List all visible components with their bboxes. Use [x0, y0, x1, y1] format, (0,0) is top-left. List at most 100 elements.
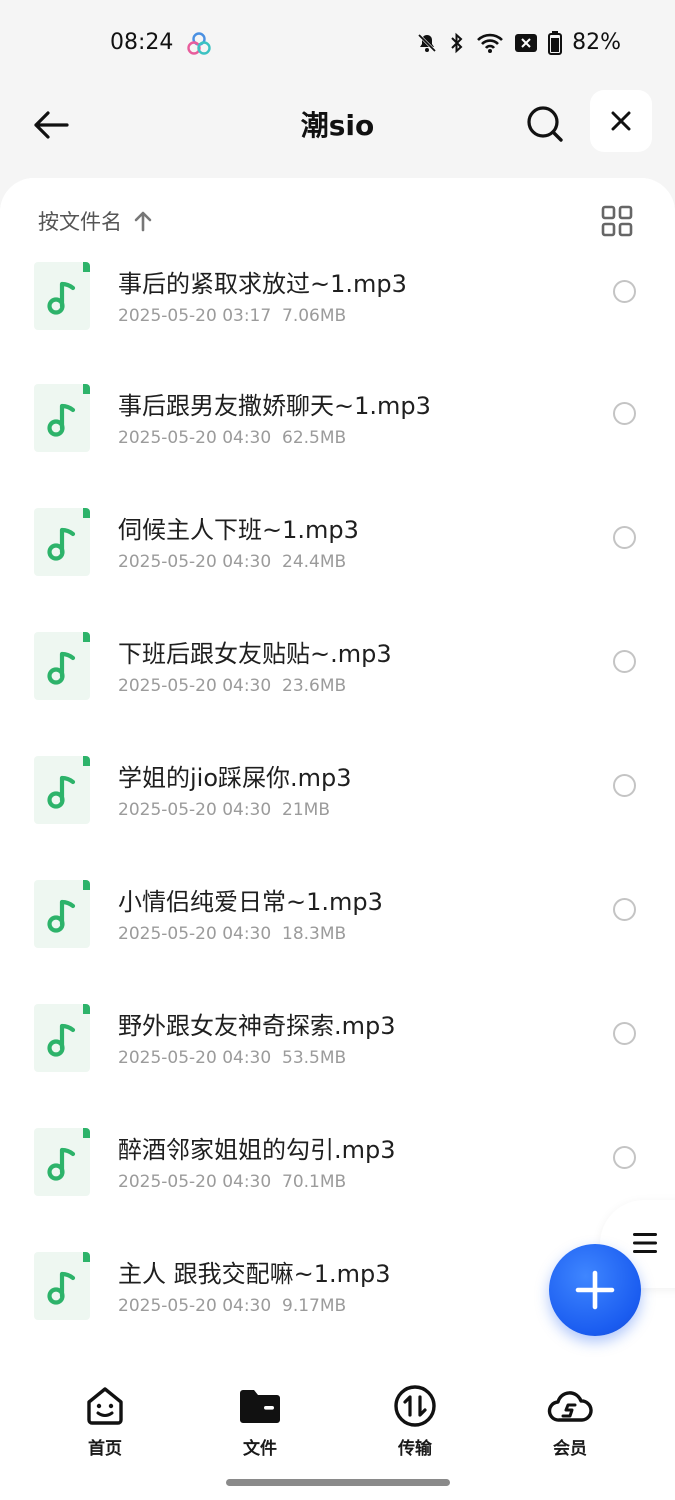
- folder-icon: [240, 1390, 280, 1423]
- bluetooth-icon: [451, 32, 463, 53]
- file-row[interactable]: 伺候主人下班~1.mp3 2025-05-20 04:30 24.4MB: [0, 508, 675, 632]
- file-size: 18.3MB: [282, 924, 347, 944]
- select-radio[interactable]: [613, 280, 636, 303]
- music-file-icon: [34, 880, 90, 948]
- search-button[interactable]: [521, 100, 569, 148]
- file-meta: 2025-05-20 04:30 21MB: [118, 800, 330, 820]
- mute-bell-icon: [418, 33, 437, 52]
- grid-view-icon[interactable]: [600, 204, 634, 238]
- file-meta: 2025-05-20 04:30 18.3MB: [118, 924, 346, 944]
- sim-disabled-icon: [515, 33, 538, 52]
- file-meta: 2025-05-20 04:30 24.4MB: [118, 552, 346, 572]
- file-size: 9.17MB: [282, 1296, 347, 1316]
- file-date: 2025-05-20 04:30: [118, 552, 272, 572]
- select-radio[interactable]: [613, 1146, 636, 1169]
- music-file-icon: [34, 384, 90, 452]
- music-file-icon: [34, 756, 90, 824]
- sort-bar: 按文件名: [0, 178, 675, 260]
- file-name: 主人 跟我交配嘛~1.mp3: [118, 1260, 391, 1288]
- file-name: 学姐的jio踩屎你.mp3: [118, 764, 352, 792]
- status-icons: 82%: [416, 30, 621, 55]
- page-title: 潮sio: [300, 109, 375, 142]
- sort-button[interactable]: 按文件名: [38, 206, 152, 236]
- sort-label: 按文件名: [38, 210, 122, 234]
- file-size: 53.5MB: [282, 1048, 347, 1068]
- music-file-icon: [34, 1128, 90, 1196]
- file-size: 24.4MB: [282, 552, 347, 572]
- status-time: 08:24: [110, 30, 174, 55]
- menu-icon[interactable]: [633, 1232, 657, 1254]
- nav-vip-label: 会员: [553, 1439, 587, 1459]
- back-button[interactable]: [28, 102, 74, 148]
- app-notification-icon: [187, 32, 211, 55]
- file-size: 7.06MB: [282, 306, 347, 326]
- nav-vip[interactable]: 会员: [520, 1384, 620, 1464]
- select-radio[interactable]: [613, 774, 636, 797]
- file-name: 小情侣纯爱日常~1.mp3: [118, 888, 383, 916]
- file-row[interactable]: 事后跟男友撒娇聊天~1.mp3 2025-05-20 04:30 62.5MB: [0, 384, 675, 508]
- file-meta: 2025-05-20 04:30 62.5MB: [118, 428, 346, 448]
- file-date: 2025-05-20 04:30: [118, 1296, 272, 1316]
- battery-percent: 82%: [572, 30, 621, 55]
- file-meta: 2025-05-20 04:30 9.17MB: [118, 1296, 346, 1316]
- close-button[interactable]: [590, 90, 652, 152]
- search-icon: [527, 106, 563, 142]
- nav-files[interactable]: 文件: [210, 1384, 310, 1464]
- file-size: 21MB: [282, 800, 330, 820]
- file-date: 2025-05-20 04:30: [118, 428, 272, 448]
- music-file-icon: [34, 1004, 90, 1072]
- select-radio[interactable]: [613, 1022, 636, 1045]
- top-bar: 潮sio: [0, 88, 675, 178]
- file-date: 2025-05-20 04:30: [118, 1048, 272, 1068]
- file-date: 2025-05-20 04:30: [118, 1172, 272, 1192]
- file-size: 70.1MB: [282, 1172, 347, 1192]
- file-size: 62.5MB: [282, 428, 347, 448]
- music-file-icon: [34, 508, 90, 576]
- file-date: 2025-05-20 04:30: [118, 676, 272, 696]
- select-radio[interactable]: [613, 650, 636, 673]
- file-meta: 2025-05-20 04:30 23.6MB: [118, 676, 346, 696]
- file-date: 2025-05-20 03:17: [118, 306, 272, 326]
- nav-home[interactable]: 首页: [55, 1384, 155, 1464]
- close-icon: [611, 111, 631, 131]
- nav-transfer[interactable]: 传输: [365, 1384, 465, 1464]
- home-indicator: [226, 1479, 450, 1486]
- select-radio[interactable]: [613, 898, 636, 921]
- wifi-icon: [477, 33, 504, 53]
- plus-icon: [575, 1270, 615, 1310]
- battery-icon: [548, 30, 563, 55]
- file-meta: 2025-05-20 04:30 70.1MB: [118, 1172, 346, 1192]
- file-meta: 2025-05-20 04:30 53.5MB: [118, 1048, 346, 1068]
- file-name: 下班后跟女友贴贴~.mp3: [118, 640, 392, 668]
- file-row[interactable]: 野外跟女友神奇探索.mp3 2025-05-20 04:30 53.5MB: [0, 1004, 675, 1128]
- music-file-icon: [34, 632, 90, 700]
- file-row[interactable]: 下班后跟女友贴贴~.mp3 2025-05-20 04:30 23.6MB: [0, 632, 675, 756]
- file-size: 23.6MB: [282, 676, 347, 696]
- arrow-left-icon: [34, 111, 69, 139]
- music-file-icon: [34, 262, 90, 330]
- vip-cloud-icon: [547, 1391, 593, 1422]
- file-name: 事后的紧取求放过~1.mp3: [118, 270, 407, 298]
- home-face-icon: [87, 1387, 123, 1425]
- file-meta: 2025-05-20 03:17 7.06MB: [118, 306, 346, 326]
- file-name: 野外跟女友神奇探索.mp3: [118, 1012, 396, 1040]
- select-radio[interactable]: [613, 402, 636, 425]
- transfer-icon: [394, 1385, 436, 1427]
- file-date: 2025-05-20 04:30: [118, 924, 272, 944]
- add-button[interactable]: [549, 1244, 641, 1336]
- nav-files-label: 文件: [243, 1439, 277, 1459]
- arrow-up-icon: [134, 211, 152, 232]
- nav-home-label: 首页: [88, 1439, 122, 1459]
- file-date: 2025-05-20 04:30: [118, 800, 272, 820]
- file-list[interactable]: 事后的紧取求放过~1.mp3 2025-05-20 03:17 7.06MB 事后跟…: [0, 178, 675, 1338]
- file-row[interactable]: 学姐的jio踩屎你.mp3 2025-05-20 04:30 21MB: [0, 756, 675, 880]
- file-name: 事后跟男友撒娇聊天~1.mp3: [118, 392, 431, 420]
- file-row[interactable]: 小情侣纯爱日常~1.mp3 2025-05-20 04:30 18.3MB: [0, 880, 675, 1004]
- file-row[interactable]: 醉酒邻家姐姐的勾引.mp3 2025-05-20 04:30 70.1MB: [0, 1128, 675, 1252]
- select-radio[interactable]: [613, 526, 636, 549]
- file-row[interactable]: 事后的紧取求放过~1.mp3 2025-05-20 03:17 7.06MB: [0, 262, 675, 386]
- file-name: 醉酒邻家姐姐的勾引.mp3: [118, 1136, 396, 1164]
- status-bar: 08:24 82%: [0, 0, 675, 88]
- nav-transfer-label: 传输: [398, 1439, 432, 1459]
- file-name: 伺候主人下班~1.mp3: [118, 516, 359, 544]
